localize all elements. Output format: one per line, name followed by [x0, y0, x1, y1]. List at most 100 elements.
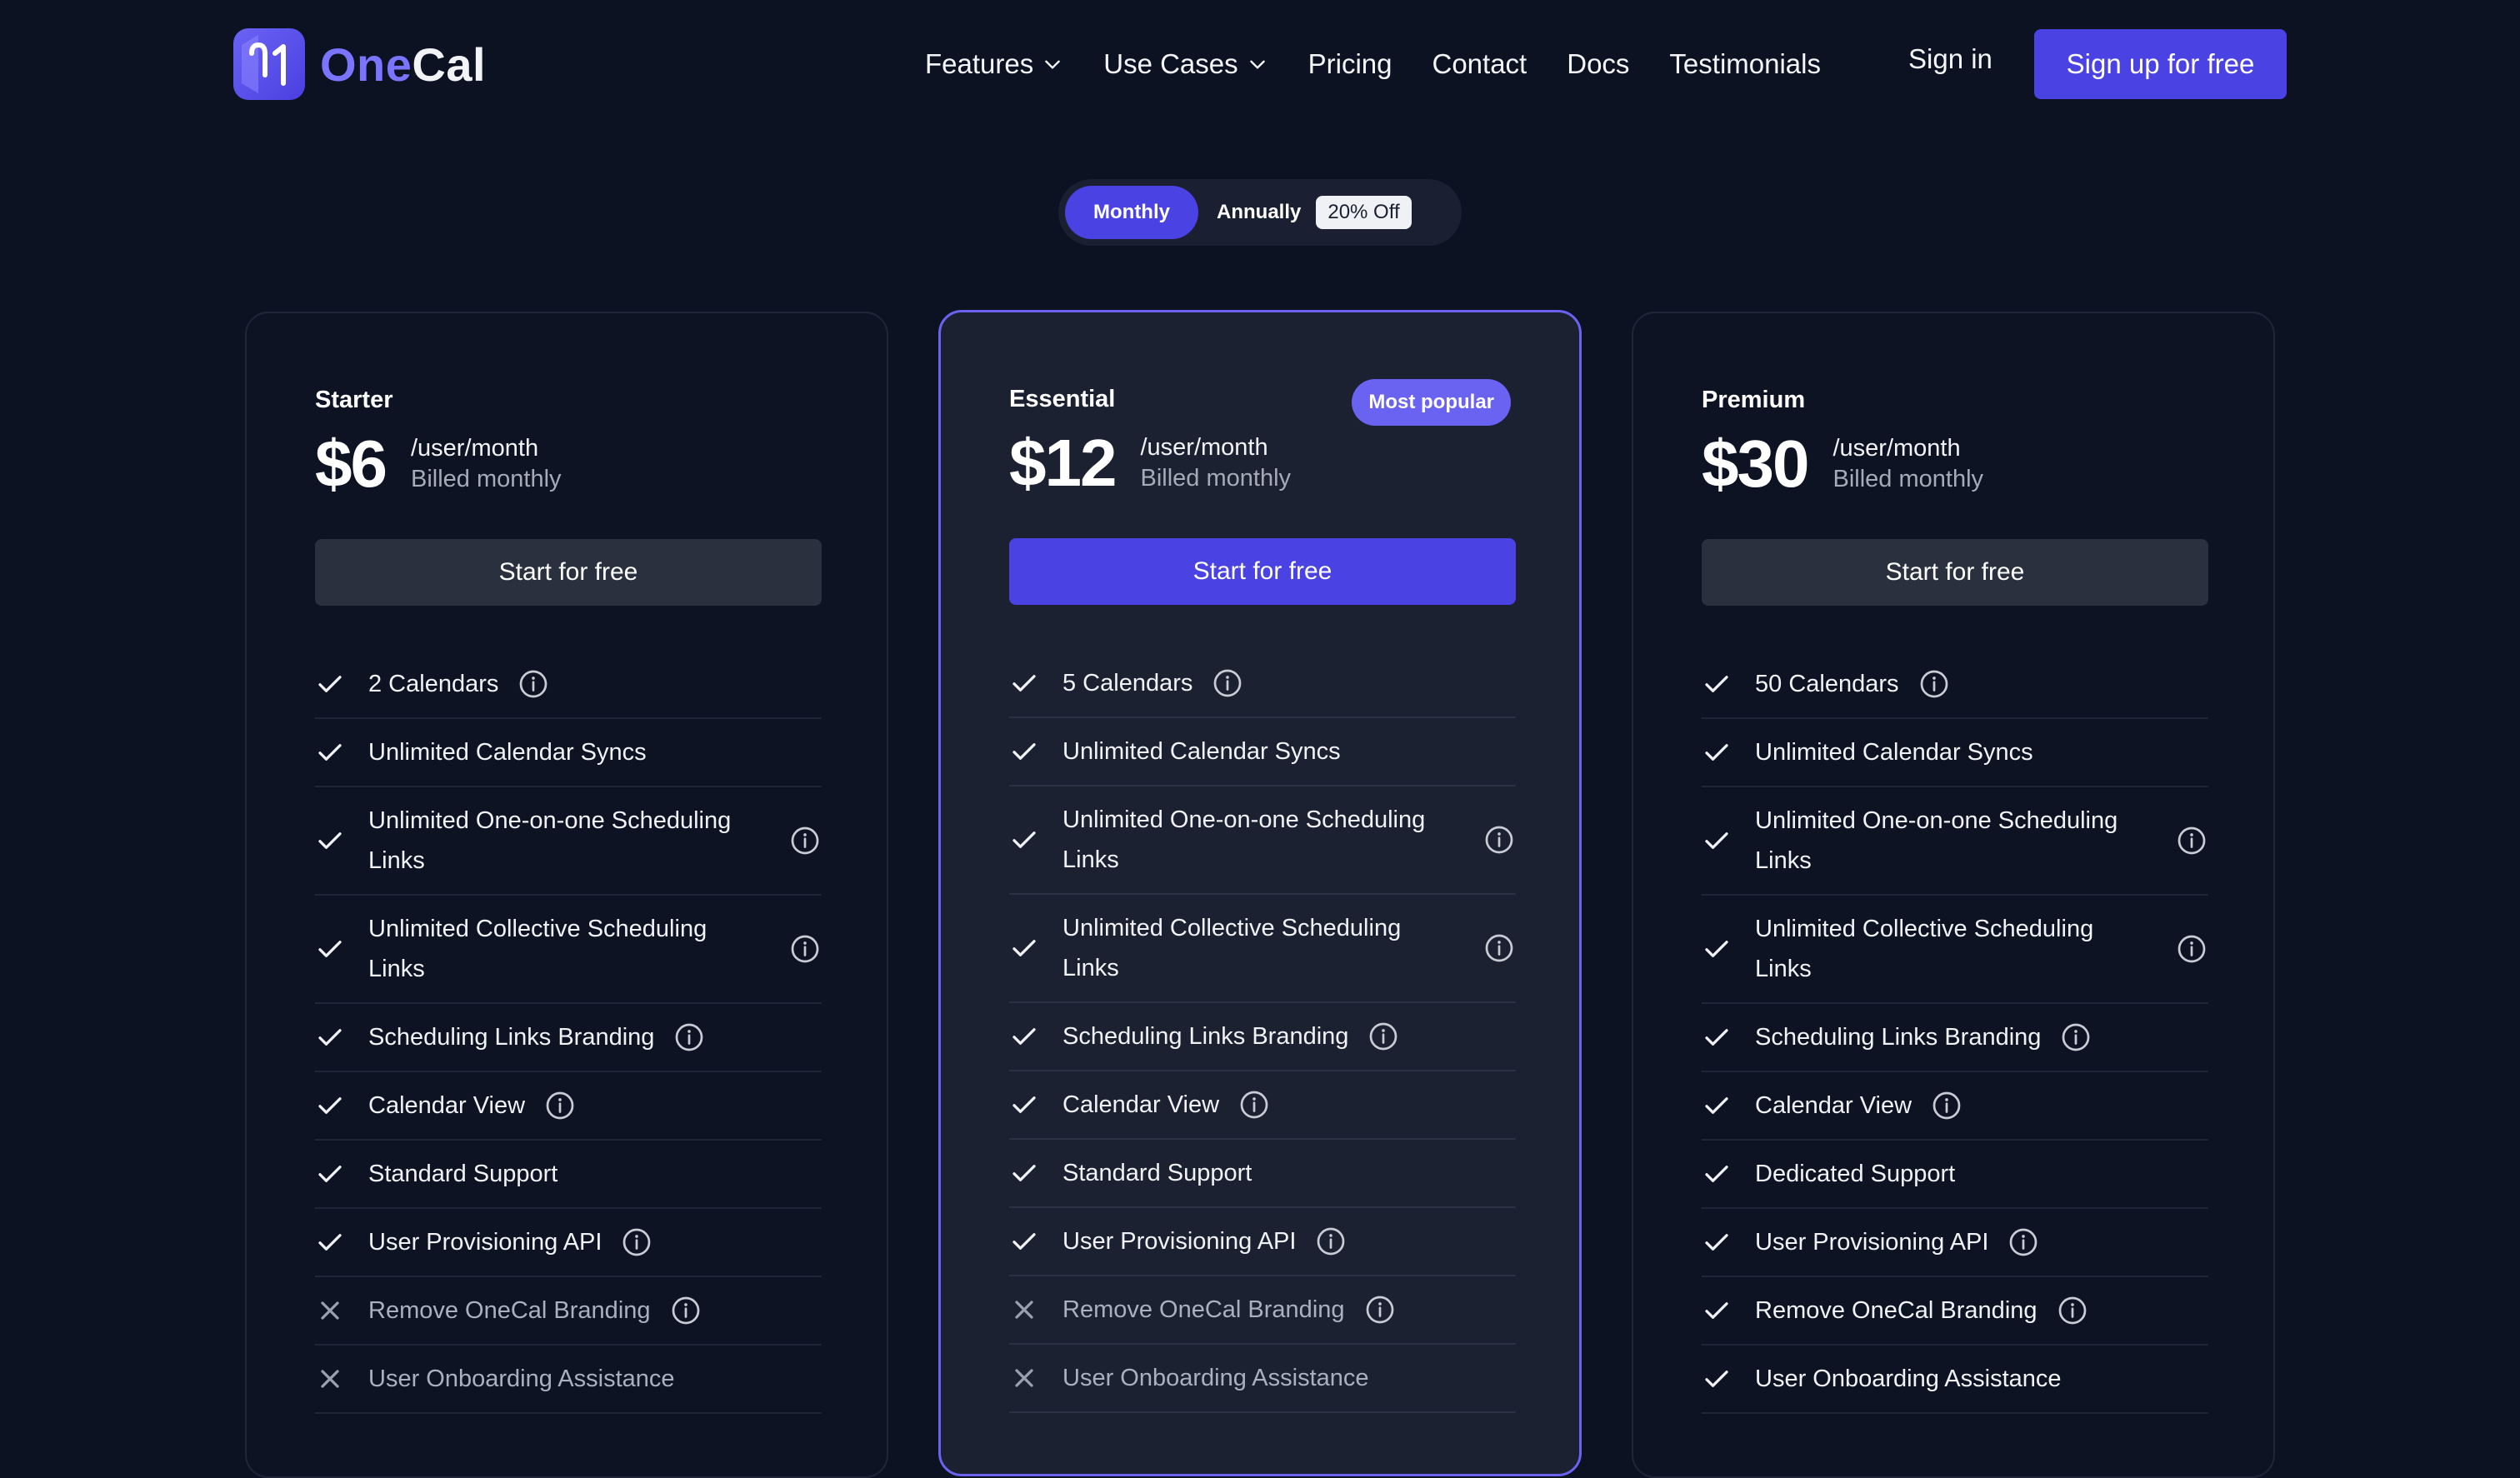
- nav-docs[interactable]: Docs: [1567, 48, 1629, 80]
- feature-label: Calendar View: [1755, 1092, 1912, 1119]
- info-icon[interactable]: [1316, 1226, 1346, 1256]
- start-for-free-button[interactable]: Start for free: [1702, 539, 2208, 606]
- info-icon[interactable]: [2177, 934, 2207, 964]
- feature-label: Calendar View: [368, 1092, 526, 1119]
- onecal-logo[interactable]: OneCal: [233, 28, 486, 100]
- info-icon[interactable]: [1368, 1021, 1398, 1051]
- info-icon[interactable]: [1919, 669, 1949, 699]
- price-meta: /user/month Billed monthly: [1832, 435, 1983, 493]
- feature-label: Unlimited One-on-one Scheduling Links: [368, 807, 732, 874]
- feature-label: User Provisioning API: [368, 1229, 602, 1256]
- info-icon[interactable]: [2058, 1296, 2088, 1326]
- feature-label: Remove OneCal Branding: [368, 1297, 651, 1324]
- feature-row: Standard Support: [315, 1141, 822, 1209]
- feature-row: Unlimited Collective Scheduling Links: [1009, 895, 1516, 1003]
- feature-label: Remove OneCal Branding: [1062, 1296, 1345, 1323]
- feature-label: User Provisioning API: [1755, 1229, 1989, 1256]
- feature-row: 50 Calendars: [1702, 651, 2208, 719]
- start-for-free-button[interactable]: Start for free: [315, 539, 822, 606]
- info-icon[interactable]: [622, 1227, 652, 1257]
- info-icon[interactable]: [1239, 1090, 1269, 1120]
- x-icon: [1009, 1295, 1039, 1325]
- plan-card-starter: Starter $6 /user/month Billed monthly St…: [245, 312, 888, 1478]
- feature-row: User Provisioning API: [1702, 1209, 2208, 1277]
- nav-testimonials[interactable]: Testimonials: [1669, 48, 1821, 80]
- info-icon[interactable]: [674, 1022, 704, 1052]
- check-icon: [1702, 1159, 1732, 1189]
- feature-row: Scheduling Links Branding: [1702, 1004, 2208, 1072]
- info-icon[interactable]: [1932, 1091, 1962, 1121]
- feature-list: 5 Calendars Unlimited Calendar Syncs Unlim…: [1009, 650, 1516, 1413]
- feature-row: Scheduling Links Branding: [1009, 1003, 1516, 1071]
- x-icon: [315, 1296, 345, 1326]
- plan-price: $12: [1009, 426, 1117, 500]
- plan-card-content: Essential $12 /user/month Billed monthly…: [1009, 386, 1516, 1413]
- info-icon[interactable]: [790, 934, 820, 964]
- plan-card-content: Premium $30 /user/month Billed monthly S…: [1702, 387, 2208, 1414]
- feature-label: Scheduling Links Branding: [1062, 1023, 1349, 1050]
- info-icon[interactable]: [1212, 668, 1242, 698]
- feature-label: Scheduling Links Branding: [368, 1024, 655, 1051]
- info-icon[interactable]: [545, 1091, 575, 1121]
- feature-row: Unlimited Calendar Syncs: [1702, 719, 2208, 787]
- nav-features[interactable]: Features: [925, 48, 1063, 80]
- feature-label: User Onboarding Assistance: [1755, 1366, 2062, 1392]
- check-icon: [1009, 825, 1039, 855]
- annually-label: Annually: [1217, 201, 1302, 223]
- feature-list: 50 Calendars Unlimited Calendar Syncs Unli…: [1702, 651, 2208, 1414]
- info-icon[interactable]: [790, 826, 820, 856]
- plan-name: Starter: [315, 387, 393, 413]
- logo-mark-icon: [233, 28, 305, 100]
- logo-wordmark: OneCal: [320, 37, 486, 92]
- feature-row: Dedicated Support: [1702, 1141, 2208, 1209]
- billing-note: Billed monthly: [410, 466, 562, 492]
- check-icon: [1702, 1022, 1732, 1052]
- nav-pricing[interactable]: Pricing: [1308, 48, 1392, 80]
- info-icon[interactable]: [1365, 1295, 1395, 1325]
- info-icon[interactable]: [518, 669, 548, 699]
- info-icon[interactable]: [2177, 826, 2207, 856]
- price-row: $12 /user/month Billed monthly: [1009, 425, 1516, 502]
- info-icon[interactable]: [1484, 933, 1514, 963]
- feature-label: 50 Calendars: [1755, 671, 1899, 697]
- feature-row: Unlimited Calendar Syncs: [1009, 718, 1516, 786]
- feature-label: Scheduling Links Branding: [1755, 1024, 2042, 1051]
- feature-row: Unlimited One-on-one Scheduling Links: [315, 787, 822, 896]
- feature-label: Unlimited Calendar Syncs: [1062, 738, 1341, 765]
- feature-label: User Provisioning API: [1062, 1228, 1297, 1255]
- start-for-free-button[interactable]: Start for free: [1009, 538, 1516, 605]
- annually-toggle-button[interactable]: Annually 20% Off: [1217, 186, 1412, 239]
- feature-label: Remove OneCal Branding: [1755, 1297, 2038, 1324]
- feature-label: Unlimited Calendar Syncs: [1755, 739, 2033, 766]
- plan-card-content: Starter $6 /user/month Billed monthly St…: [315, 387, 822, 1414]
- info-icon[interactable]: [2061, 1022, 2091, 1052]
- site-header: OneCal Features Use Cases Pricing Contac…: [0, 0, 2520, 133]
- check-icon: [315, 1091, 345, 1121]
- monthly-toggle-button[interactable]: Monthly: [1065, 186, 1198, 239]
- price-unit: /user/month: [1140, 434, 1268, 461]
- plan-card-premium: Premium $30 /user/month Billed monthly S…: [1632, 312, 2275, 1478]
- feature-row: User Onboarding Assistance: [1009, 1345, 1516, 1413]
- feature-row: 5 Calendars: [1009, 650, 1516, 718]
- check-icon: [1702, 826, 1732, 856]
- price-unit: /user/month: [1832, 435, 1961, 462]
- nav-contact[interactable]: Contact: [1432, 48, 1528, 80]
- sign-in-link[interactable]: Sign in: [1908, 43, 1992, 75]
- check-icon: [315, 1022, 345, 1052]
- check-icon: [1702, 1227, 1732, 1257]
- x-icon: [1009, 1363, 1039, 1393]
- feature-label: Dedicated Support: [1755, 1161, 1956, 1187]
- check-icon: [1702, 1364, 1732, 1394]
- price-unit: /user/month: [410, 435, 539, 462]
- check-icon: [315, 826, 345, 856]
- nav-use-cases-label: Use Cases: [1103, 48, 1238, 79]
- info-icon[interactable]: [1484, 825, 1514, 855]
- feature-label: Standard Support: [368, 1161, 558, 1187]
- nav-use-cases[interactable]: Use Cases: [1103, 48, 1268, 80]
- plan-name: Premium: [1702, 387, 1806, 413]
- check-icon: [1009, 737, 1039, 766]
- info-icon[interactable]: [671, 1296, 701, 1326]
- info-icon[interactable]: [2008, 1227, 2038, 1257]
- sign-up-button[interactable]: Sign up for free: [2034, 29, 2287, 99]
- plan-price: $30: [1702, 427, 1809, 501]
